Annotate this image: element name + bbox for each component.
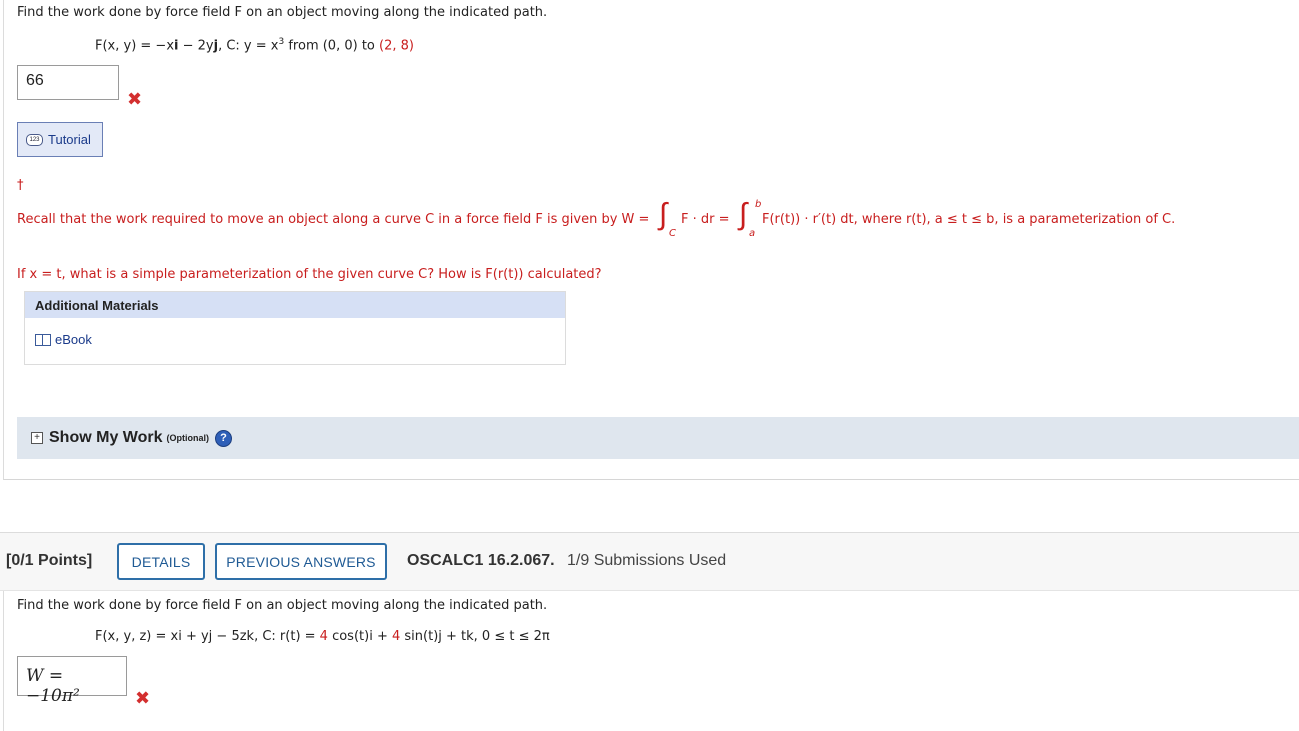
q2-formula: F(x, y, z) = xi + yj − 5zk, C: r(t) = 4 … [95,629,550,644]
details-button[interactable]: DETAILS [117,543,205,580]
question-1-panel [3,0,1299,480]
q2-answer-input[interactable]: W = −10π² [17,656,127,706]
problem-code: OSCALC1 16.2.067. [407,552,555,569]
additional-materials-panel: Additional Materials eBook [24,291,566,365]
q1-answer-input[interactable]: 66 [17,65,119,100]
previous-answers-button[interactable]: PREVIOUS ANSWERS [215,543,387,580]
show-my-work-label[interactable]: Show My Work [49,429,163,447]
q1-formula: F(x, y) = −xi − 2yj, C: y = x3 from (0, … [95,37,414,54]
expand-plus-icon[interactable]: + [31,432,43,444]
q2-prompt: Find the work done by force field F on a… [17,598,548,613]
hint-recall: Recall that the work required to move an… [17,212,650,227]
question-2-panel [3,591,6,731]
ebook-link[interactable]: eBook [35,332,565,347]
optional-label: (Optional) [166,433,210,443]
f-dot-dr: F · dr = [681,212,730,227]
tutorial-button[interactable]: 123 Tutorial [17,122,103,157]
integral-ab: ∫ [739,197,748,232]
hint-if-line: If x = t, what is a simple parameterizat… [17,267,602,282]
show-my-work-bar[interactable]: + Show My Work (Optional) ? [17,417,1299,459]
q1-prompt: Find the work done by force field F on a… [17,5,548,20]
tutorial-icon: 123 [26,133,43,146]
hint-dagger: † [17,178,24,193]
integral-c: ∫ [659,197,668,232]
hint-integrand: F(r(t)) · r′(t) dt, where r(t), a ≤ t ≤ … [762,212,1176,227]
submissions-used: 1/9 Submissions Used [567,552,727,569]
integral-upper: b [755,199,762,210]
help-icon[interactable]: ? [215,429,232,447]
error-x-icon: ✖ [135,688,151,709]
ebook-icon [35,333,51,346]
error-x-icon: ✖ [127,89,143,110]
integral-lower: a [749,228,756,239]
integral-c-sub: C [669,228,676,239]
additional-materials-header: Additional Materials [25,292,565,318]
points-label: [0/1 Points] [6,552,93,569]
